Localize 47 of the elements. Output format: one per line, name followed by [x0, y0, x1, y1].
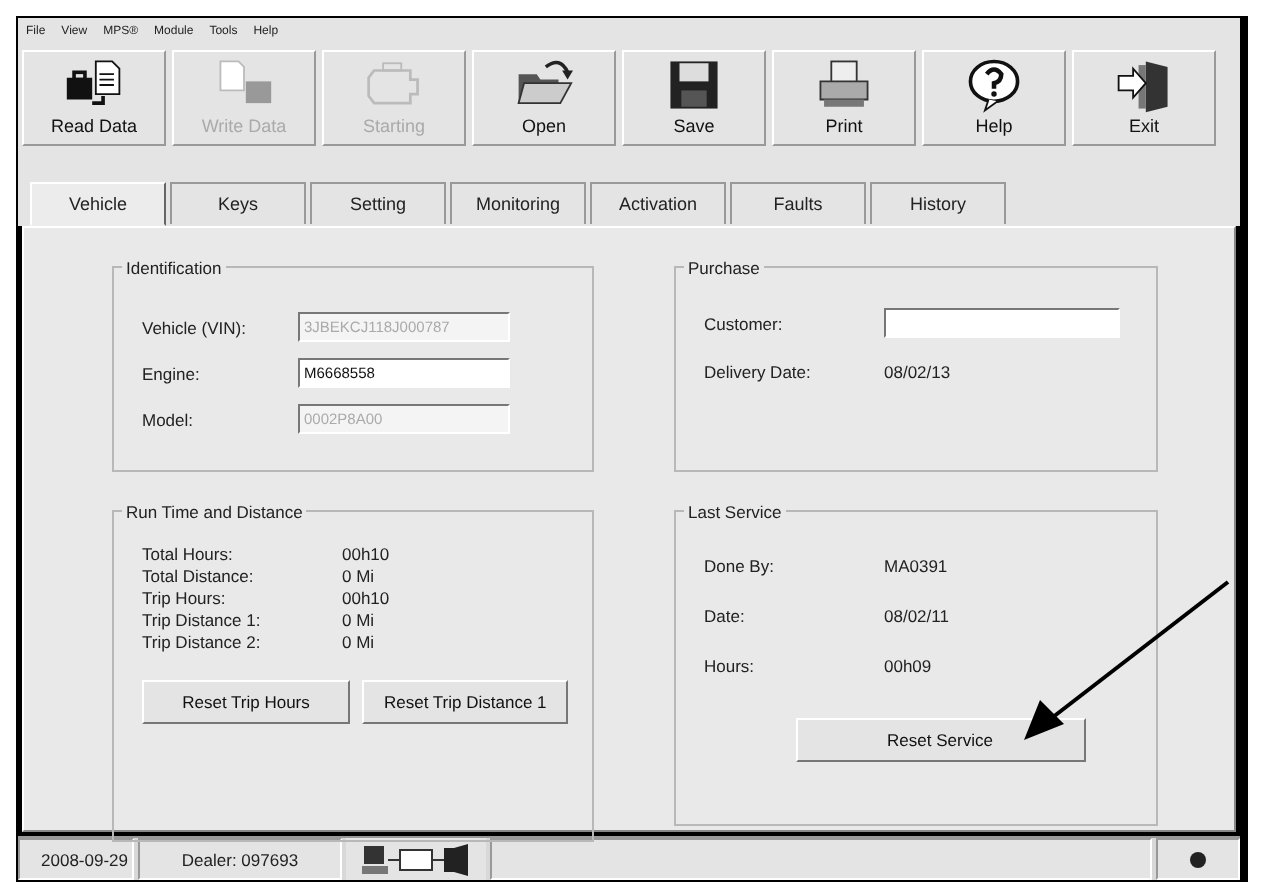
field-value: 00h10 — [342, 544, 390, 564]
toolbar-button[interactable]: Print — [772, 50, 916, 146]
reset-service-button[interactable]: Reset Service — [795, 718, 1085, 762]
field-label: Vehicle (VIN): — [142, 317, 248, 337]
input-field[interactable] — [884, 308, 1120, 338]
tab[interactable]: Monitoring — [450, 182, 586, 224]
connection-icon — [362, 841, 470, 877]
group-title: Purchase — [684, 258, 764, 278]
field-value: 00h09 — [884, 656, 932, 676]
field-label: Engine: — [142, 363, 202, 383]
toolbar-button[interactable]: Open — [472, 50, 616, 146]
field-label: Customer: — [704, 313, 785, 333]
reset-button[interactable]: Reset Trip Hours — [142, 680, 350, 724]
dealer-number: Dealer: 097693 — [138, 838, 342, 880]
field-value: 08/02/13 — [884, 362, 951, 382]
field-label: Model: — [142, 409, 196, 429]
field-label: Delivery Date: — [704, 362, 813, 382]
group-title: Run Time and Distance — [122, 502, 307, 522]
reset-button[interactable]: Reset Trip Distance 1 — [362, 680, 569, 724]
field-value: 08/02/11 — [884, 606, 949, 626]
field-value: 0 Mi — [342, 632, 375, 652]
toolbar-button[interactable]: Save — [622, 50, 766, 146]
field-value: 0 Mi — [342, 566, 375, 586]
tab[interactable]: Activation — [590, 182, 726, 224]
tab[interactable]: Setting — [310, 182, 446, 224]
field-label: Hours: — [704, 656, 757, 676]
field-value: 00h10 — [342, 588, 390, 608]
field-label: Trip Hours: — [142, 588, 228, 608]
status-date: 2008-09-29 — [18, 838, 134, 880]
field-label: Date: — [704, 606, 747, 626]
tab[interactable]: Vehicle — [30, 182, 166, 226]
field-label: Trip Distance 2: — [142, 632, 263, 652]
group-title: Identification — [122, 258, 226, 278]
tab[interactable]: History — [870, 182, 1006, 224]
field-value: MA0391 — [884, 556, 948, 576]
toolbar-button[interactable]: Help — [922, 50, 1066, 146]
field-label: Done By: — [704, 556, 776, 576]
group-title: Last Service — [684, 502, 786, 522]
field-label: Trip Distance 1: — [142, 610, 263, 630]
tab[interactable]: Keys — [170, 182, 306, 224]
toolbar-button[interactable]: Exit — [1072, 50, 1216, 146]
tab[interactable]: Faults — [730, 182, 866, 224]
toolbar-button[interactable]: Read Data — [22, 50, 166, 146]
field-value: 0 Mi — [342, 610, 375, 630]
field-label: Total Hours: — [142, 544, 235, 564]
field-label: Total Distance: — [142, 566, 256, 586]
status-indicator-icon — [1190, 851, 1206, 867]
